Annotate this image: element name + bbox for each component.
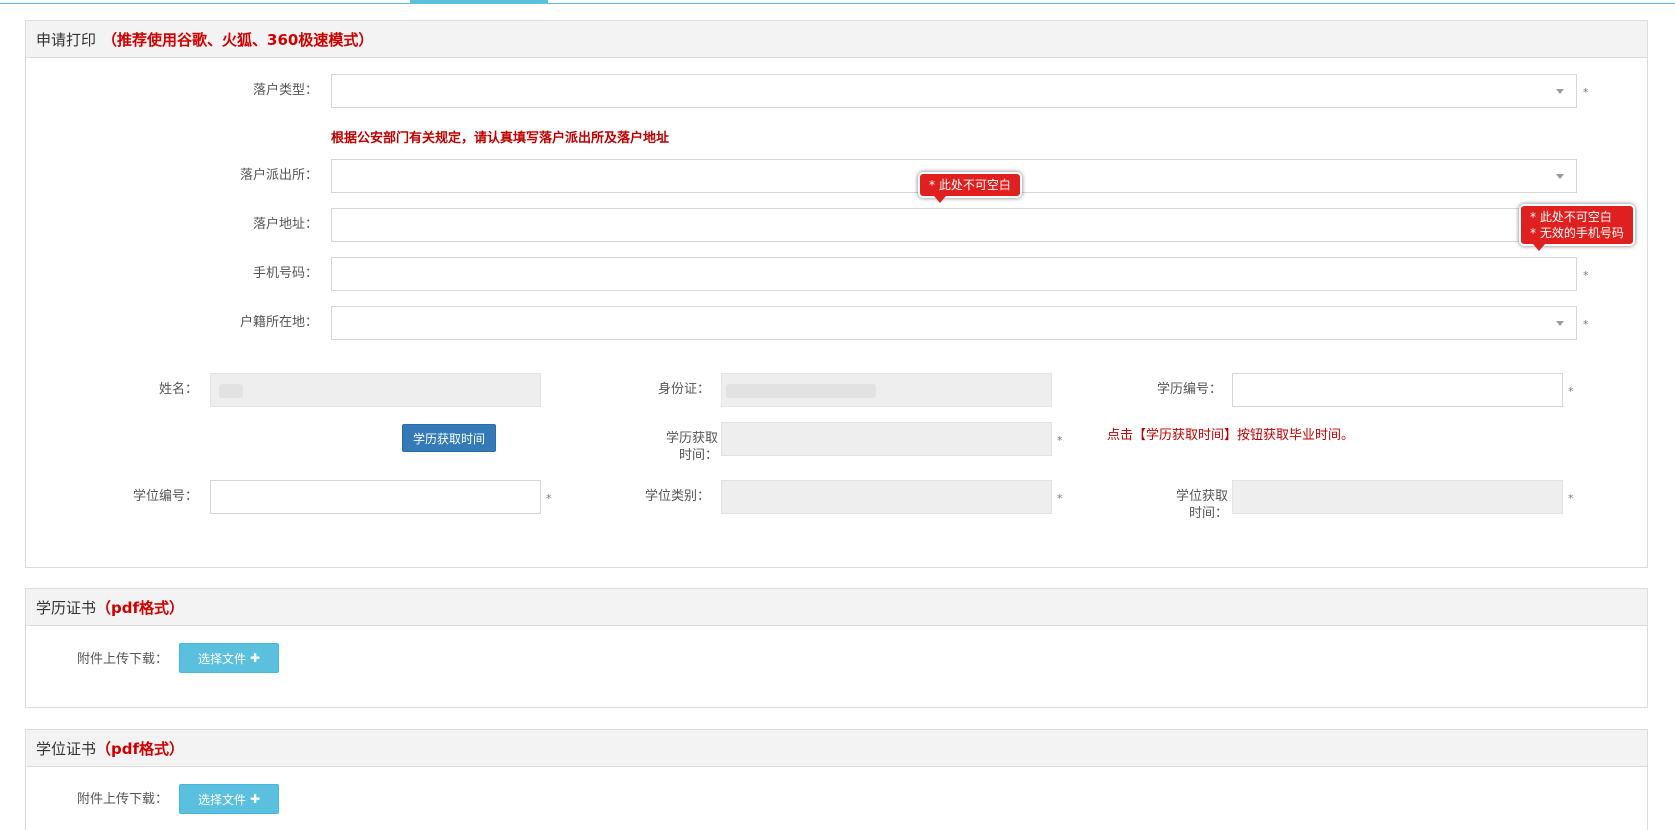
degree-attach-label: 附件上传下载： (76, 792, 168, 807)
button-label: 选择文件 (197, 651, 246, 666)
household-select[interactable] (331, 306, 1577, 340)
tooltip-text: * 此处不可空白 (929, 178, 1011, 192)
address-input[interactable] (331, 208, 1577, 242)
name-field (210, 373, 541, 407)
button-label: 选择文件 (197, 792, 246, 807)
degree-time-label-line1: 学位获取 (1175, 489, 1228, 504)
plus-icon: ✚ (249, 792, 261, 806)
degree-choose-file-button[interactable]: 选择文件 ✚ (179, 784, 279, 814)
degree-time-field (1232, 480, 1563, 514)
panel-title: 申请打印 (36, 30, 97, 49)
phone-input[interactable] (331, 257, 1577, 291)
required-mark: * (1583, 86, 1589, 99)
degree-no-label: 学位编号： (132, 489, 198, 504)
household-label: 户籍所在地： (239, 315, 318, 330)
id-label: 身份证： (657, 382, 710, 397)
edu-time-field (721, 422, 1052, 456)
degree-type-label: 学位类别： (644, 489, 710, 504)
edu-cert-header: 学历证书 （pdf格式） (26, 589, 1647, 626)
required-mark: * (1583, 318, 1589, 331)
required-mark: * (1057, 492, 1063, 505)
required-mark: * (1057, 434, 1063, 447)
degree-type-field (721, 480, 1052, 514)
settle-type-label: 落户类型： (252, 83, 318, 98)
edu-choose-file-button[interactable]: 选择文件 ✚ (179, 643, 279, 673)
tooltip-arrow (934, 196, 946, 203)
degree-time-label-line2: 时间： (1188, 506, 1228, 521)
edu-time-hint: 点击【学历获取时间】按钮获取毕业时间。 (1107, 428, 1355, 443)
required-mark: * (1568, 492, 1574, 505)
panel-title: 学历证书 (36, 598, 97, 617)
pdf-note: （pdf格式） (96, 739, 185, 758)
degree-no-input[interactable] (210, 480, 541, 514)
address-error-tooltip: * 此处不可空白 (918, 172, 1022, 203)
caret-down-icon (1556, 174, 1564, 179)
edu-time-label-line1: 学历获取 (665, 431, 718, 446)
tooltip-text: * 无效的手机号码 (1530, 226, 1624, 240)
required-mark: * (1583, 269, 1589, 282)
caret-down-icon (1556, 321, 1564, 326)
settle-type-select[interactable] (331, 74, 1577, 108)
redacted-id (726, 384, 876, 398)
degree-cert-header: 学位证书 （pdf格式） (26, 730, 1647, 767)
police-notice: 根据公安部门有关规定，请认真填写落户派出所及落户地址 (331, 131, 670, 146)
required-mark: * (1568, 385, 1574, 398)
apply-print-header: 申请打印 （推荐使用谷歌、火狐、360极速模式） (26, 21, 1647, 58)
plus-icon: ✚ (249, 651, 261, 665)
phone-error-tooltip: * 此处不可空白 * 无效的手机号码 (1519, 204, 1635, 251)
phone-label: 手机号码： (252, 266, 318, 281)
pdf-note: （pdf格式） (96, 598, 185, 617)
tooltip-text: * 此处不可空白 (1530, 210, 1612, 224)
edu-attach-label: 附件上传下载： (76, 652, 168, 667)
address-label: 落户地址： (252, 217, 318, 232)
degree-cert-panel: 学位证书 （pdf格式） (25, 729, 1648, 830)
required-mark: * (546, 492, 552, 505)
edu-no-label: 学历编号： (1156, 382, 1222, 397)
get-edu-time-button[interactable]: 学历获取时间 (402, 424, 496, 452)
edu-no-input[interactable] (1232, 373, 1563, 407)
edu-time-label-line2: 时间： (678, 448, 718, 463)
top-tab-bar (0, 0, 1675, 4)
degree-time-label: 学位获取 时间： (1150, 488, 1228, 522)
active-tab-indicator[interactable] (410, 0, 548, 4)
tooltip-arrow (1533, 244, 1545, 251)
police-station-label: 落户派出所： (239, 168, 318, 183)
id-field (721, 373, 1052, 407)
panel-title: 学位证书 (36, 739, 97, 758)
browser-note: （推荐使用谷歌、火狐、360极速模式） (102, 30, 374, 49)
edu-time-label: 学历获取 时间： (640, 430, 718, 464)
name-label: 姓名： (158, 382, 198, 397)
caret-down-icon (1556, 89, 1564, 94)
redacted-name (219, 384, 243, 398)
